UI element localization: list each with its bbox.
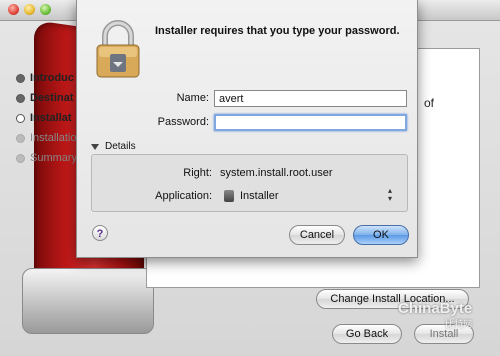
details-panel: Right: system.install.root.user Applicat…	[91, 154, 408, 212]
step-installation: Installatio	[16, 128, 77, 148]
step-bullet-icon	[16, 133, 25, 143]
right-value: system.install.root.user	[220, 167, 333, 179]
step-introduction: Introduc	[16, 68, 77, 88]
name-field[interactable]	[214, 90, 407, 107]
name-label: Name:	[176, 92, 209, 104]
zoom-window-button[interactable]	[40, 4, 51, 15]
go-back-button[interactable]: Go Back	[332, 324, 402, 344]
watermark: ChinaByte 比特网	[398, 300, 473, 329]
step-installation-type: Installat	[16, 108, 77, 128]
application-value: Installer	[240, 190, 279, 202]
step-bullet-icon	[16, 113, 25, 123]
pane-text-fragment: of	[424, 96, 435, 110]
disclosure-triangle-icon[interactable]	[91, 143, 99, 150]
application-label: Application:	[155, 190, 212, 202]
details-label: Details	[105, 141, 136, 152]
step-destination: Destinat	[16, 88, 77, 108]
minimize-window-button[interactable]	[24, 4, 35, 15]
cancel-button[interactable]: Cancel	[289, 225, 345, 245]
installer-app-icon	[224, 190, 234, 202]
step-bullet-icon	[16, 93, 25, 103]
details-disclosure-toggle[interactable]: Details	[91, 141, 136, 152]
password-field[interactable]	[214, 114, 407, 131]
close-window-button[interactable]	[8, 4, 19, 15]
password-label: Password:	[157, 116, 209, 128]
step-bullet-icon	[16, 73, 25, 83]
authentication-dialog: Installer requires that you type your pa…	[76, 0, 418, 258]
ok-button[interactable]: OK	[353, 225, 409, 245]
step-summary: Summary	[16, 148, 77, 168]
step-bullet-icon	[16, 153, 25, 163]
right-label: Right:	[183, 167, 212, 179]
lock-icon	[96, 20, 140, 78]
application-popup-arrows-icon[interactable]: ▴ ▾	[388, 187, 392, 203]
auth-prompt-text: Installer requires that you type your pa…	[155, 25, 400, 37]
installer-steps-list: Introduc Destinat Installat Installatio …	[16, 68, 77, 168]
help-button[interactable]: ?	[92, 225, 108, 241]
